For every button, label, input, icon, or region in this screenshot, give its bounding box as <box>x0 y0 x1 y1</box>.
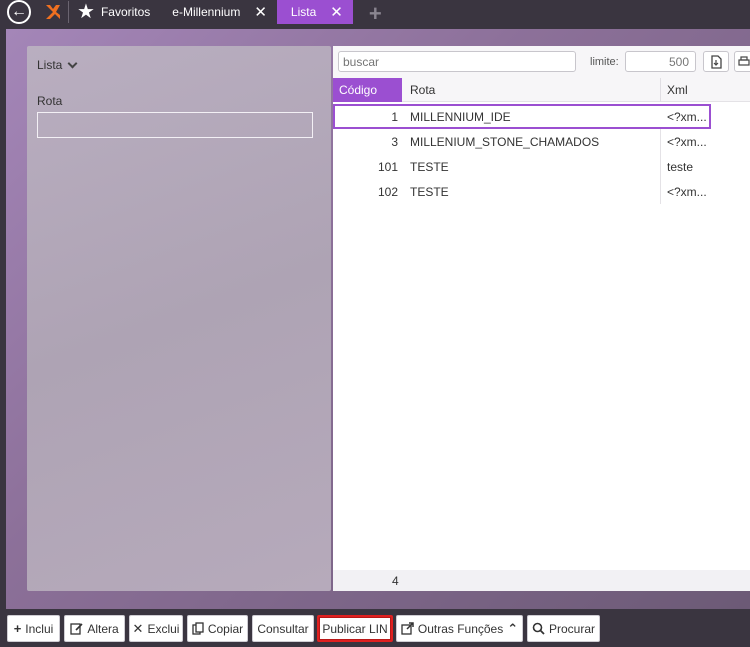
record-count: 4 <box>392 574 399 588</box>
altera-button[interactable]: Altera <box>64 615 125 642</box>
panel-title-label: Lista <box>37 58 63 72</box>
external-link-icon <box>401 622 414 635</box>
table-row[interactable]: 101 TESTE teste <box>333 154 750 179</box>
limit-label: limite: <box>590 56 619 68</box>
star-icon: ★ <box>77 1 95 23</box>
rota-label: Rota <box>37 94 63 108</box>
close-icon[interactable]: ✕ <box>330 3 343 21</box>
print-button[interactable] <box>734 51 750 72</box>
rota-input[interactable] <box>37 112 313 138</box>
button-label: Exclui <box>147 621 180 636</box>
inclui-button[interactable]: + Inclui <box>7 615 60 642</box>
close-icon: ✕ <box>132 620 144 636</box>
consultar-button[interactable]: Consultar <box>252 615 314 642</box>
favorites-label: Favoritos <box>100 5 151 19</box>
button-label: Consultar <box>257 621 309 636</box>
edit-icon <box>70 623 83 635</box>
table-row[interactable]: 1 MILLENNIUM_IDE <?xm... <box>333 104 711 129</box>
plus-icon: + <box>13 621 22 636</box>
cell-codigo: 1 <box>391 110 398 124</box>
search-input[interactable] <box>338 51 576 72</box>
search-icon <box>532 622 545 635</box>
filter-panel: Lista Rota <box>27 46 331 591</box>
exclui-button[interactable]: ✕ Exclui <box>129 615 183 642</box>
cell-rota: TESTE <box>410 185 449 199</box>
search-row: limite: 500 <box>333 46 750 78</box>
export-button[interactable] <box>703 51 729 72</box>
publicar-lin-button[interactable]: Publicar LIN <box>317 615 393 642</box>
app-logo[interactable] <box>38 0 68 24</box>
chevron-up-icon: ⌃ <box>507 620 519 636</box>
cell-rota: TESTE <box>410 160 449 174</box>
copiar-button[interactable]: Copiar <box>187 615 248 642</box>
outras-funcoes-button[interactable]: Outras Funções ⌃ <box>396 615 523 642</box>
logo-icon <box>46 5 60 19</box>
divider <box>660 179 661 204</box>
button-label: Outras Funções <box>417 621 504 636</box>
add-tab-icon[interactable]: + <box>353 3 382 25</box>
divider <box>660 154 661 179</box>
workspace: Lista Rota limite: 500 <box>6 29 750 609</box>
tab-e-millennium[interactable]: e-Millennium ✕ <box>158 0 277 24</box>
button-label: Copiar <box>207 621 244 636</box>
column-header-xml[interactable]: Xml <box>660 78 712 102</box>
cell-codigo: 3 <box>391 135 398 149</box>
cell-xml: <?xm... <box>667 185 707 199</box>
button-label: Publicar LIN <box>322 621 388 636</box>
cell-xml: <?xm... <box>667 110 707 124</box>
top-bar: ← ★ Favoritos e-Millennium ✕ Lista ✕ + <box>0 0 750 25</box>
tab-label: e-Millennium <box>172 5 241 19</box>
panel-title[interactable]: Lista <box>37 58 78 72</box>
table-footer: 4 <box>333 570 750 591</box>
limit-input[interactable]: 500 <box>625 51 696 72</box>
cell-rota: MILLENIUM_STONE_CHAMADOS <box>410 135 600 149</box>
table-row[interactable]: 3 MILLENIUM_STONE_CHAMADOS <?xm... <box>333 129 750 154</box>
copy-icon <box>192 622 204 635</box>
favorites-button[interactable]: ★ Favoritos <box>69 0 158 24</box>
divider <box>660 129 661 154</box>
close-icon[interactable]: ✕ <box>254 3 267 21</box>
file-icon <box>711 54 722 69</box>
tab-lista[interactable]: Lista ✕ <box>276 0 353 24</box>
button-label: Procurar <box>548 621 595 636</box>
back-button[interactable]: ← <box>0 0 38 24</box>
column-header-rota[interactable]: Rota <box>404 78 659 102</box>
printer-icon <box>738 55 750 66</box>
tab-label: Lista <box>290 5 317 19</box>
table-row[interactable]: 102 TESTE <?xm... <box>333 179 750 204</box>
chevron-down-icon <box>67 58 78 68</box>
action-toolbar: + Inclui Altera ✕ Exclui Copiar Consulta… <box>0 611 750 647</box>
table-body: 1 MILLENNIUM_IDE <?xm... 3 MILLENIUM_STO… <box>333 104 750 204</box>
cell-codigo: 102 <box>377 185 398 199</box>
button-label: Altera <box>87 621 119 636</box>
cell-rota: MILLENNIUM_IDE <box>410 110 511 124</box>
arrow-left-icon: ← <box>7 0 31 24</box>
procurar-button[interactable]: Procurar <box>527 615 600 642</box>
results-panel: limite: 500 Código Rota Xml 1 <box>333 46 750 591</box>
cell-codigo: 101 <box>377 160 398 174</box>
table-header: Código Rota Xml <box>333 78 750 102</box>
column-header-codigo[interactable]: Código <box>333 78 402 102</box>
cell-xml: teste <box>667 160 694 174</box>
cell-xml: <?xm... <box>667 135 707 149</box>
button-label: Inclui <box>25 621 54 636</box>
